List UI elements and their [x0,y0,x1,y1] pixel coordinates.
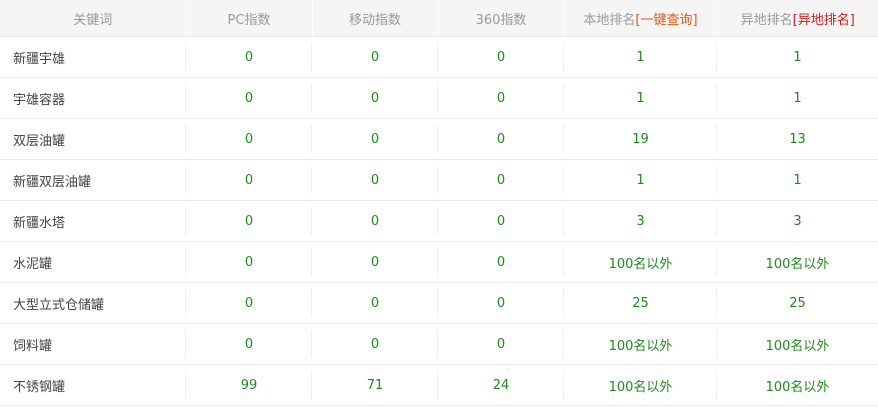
index-360-cell: 0 [438,241,564,283]
keyword-cell: 新疆水塔 [0,200,186,242]
pc-index-cell: 0 [186,323,312,365]
header-360-index: 360指数 [438,0,565,37]
mobile-index-cell: 0 [312,118,438,160]
local-rank-cell: 100名以外 [564,364,717,406]
table-row: 宇雄容器 0 0 0 1 1 [0,77,878,119]
keyword-cell: 水泥罐 [0,241,186,283]
pc-index-cell: 0 [186,241,312,283]
local-rank-cell: 100名以外 [564,241,717,283]
mobile-index-cell: 0 [312,200,438,242]
pc-index-cell: 0 [186,36,312,78]
index-360-cell: 0 [438,323,564,365]
remote-rank-cell: 100名以外 [717,364,878,406]
mobile-index-cell: 0 [312,159,438,201]
keyword-cell: 饲料罐 [0,323,186,365]
index-360-cell: 0 [438,159,564,201]
header-keyword: 关键词 [0,0,187,37]
table-row: 新疆双层油罐 0 0 0 1 1 [0,159,878,201]
remote-rank-cell: 13 [717,118,878,160]
table-row: 不锈钢罐 99 71 24 100名以外 100名以外 [0,364,878,406]
keyword-rank-table: 关键词 PC指数 移动指数 360指数 本地排名[一键查询] 异地排名[异地排名… [0,0,878,406]
local-rank-cell: 1 [564,77,717,119]
index-360-cell: 0 [438,118,564,160]
remote-rank-cell: 3 [717,200,878,242]
remote-rank-query-link[interactable]: [异地排名] [793,13,855,28]
local-rank-query-link[interactable]: [一键查询] [635,13,697,28]
table-header-row: 关键词 PC指数 移动指数 360指数 本地排名[一键查询] 异地排名[异地排名… [0,0,878,37]
header-remote-rank-label: 异地排名 [740,12,793,28]
header-remote-rank: 异地排名[异地排名] [717,0,878,37]
keyword-cell: 双层油罐 [0,118,186,160]
remote-rank-cell: 100名以外 [717,323,878,365]
keyword-cell: 宇雄容器 [0,77,186,119]
pc-index-cell: 99 [186,364,312,406]
pc-index-cell: 0 [186,118,312,160]
pc-index-cell: 0 [186,159,312,201]
pc-index-cell: 0 [186,200,312,242]
mobile-index-cell: 71 [312,364,438,406]
pc-index-cell: 0 [186,77,312,119]
header-local-rank: 本地排名[一键查询] [564,0,718,37]
table-row: 水泥罐 0 0 0 100名以外 100名以外 [0,241,878,283]
local-rank-cell: 19 [564,118,717,160]
keyword-cell: 新疆宇雄 [0,36,186,78]
local-rank-cell: 1 [564,159,717,201]
local-rank-cell: 25 [564,282,717,324]
table-row: 饲料罐 0 0 0 100名以外 100名以外 [0,323,878,365]
index-360-cell: 0 [438,77,564,119]
table-row: 新疆宇雄 0 0 0 1 1 [0,36,878,78]
table-row: 双层油罐 0 0 0 19 13 [0,118,878,160]
table-row: 大型立式仓储罐 0 0 0 25 25 [0,282,878,324]
keyword-cell: 不锈钢罐 [0,364,186,406]
header-local-rank-label: 本地排名 [583,12,636,28]
mobile-index-cell: 0 [312,323,438,365]
pc-index-cell: 0 [186,282,312,324]
table-row: 新疆水塔 0 0 0 3 3 [0,200,878,242]
remote-rank-cell: 1 [717,159,878,201]
mobile-index-cell: 0 [312,77,438,119]
remote-rank-cell: 1 [717,36,878,78]
index-360-cell: 24 [438,364,564,406]
header-pc-index: PC指数 [186,0,313,37]
remote-rank-cell: 100名以外 [717,241,878,283]
index-360-cell: 0 [438,200,564,242]
index-360-cell: 0 [438,282,564,324]
keyword-cell: 大型立式仓储罐 [0,282,186,324]
mobile-index-cell: 0 [312,282,438,324]
mobile-index-cell: 0 [312,36,438,78]
remote-rank-cell: 25 [717,282,878,324]
mobile-index-cell: 0 [312,241,438,283]
keyword-cell: 新疆双层油罐 [0,159,186,201]
local-rank-cell: 1 [564,36,717,78]
local-rank-cell: 100名以外 [564,323,717,365]
remote-rank-cell: 1 [717,77,878,119]
index-360-cell: 0 [438,36,564,78]
header-mobile-index: 移动指数 [312,0,439,37]
local-rank-cell: 3 [564,200,717,242]
